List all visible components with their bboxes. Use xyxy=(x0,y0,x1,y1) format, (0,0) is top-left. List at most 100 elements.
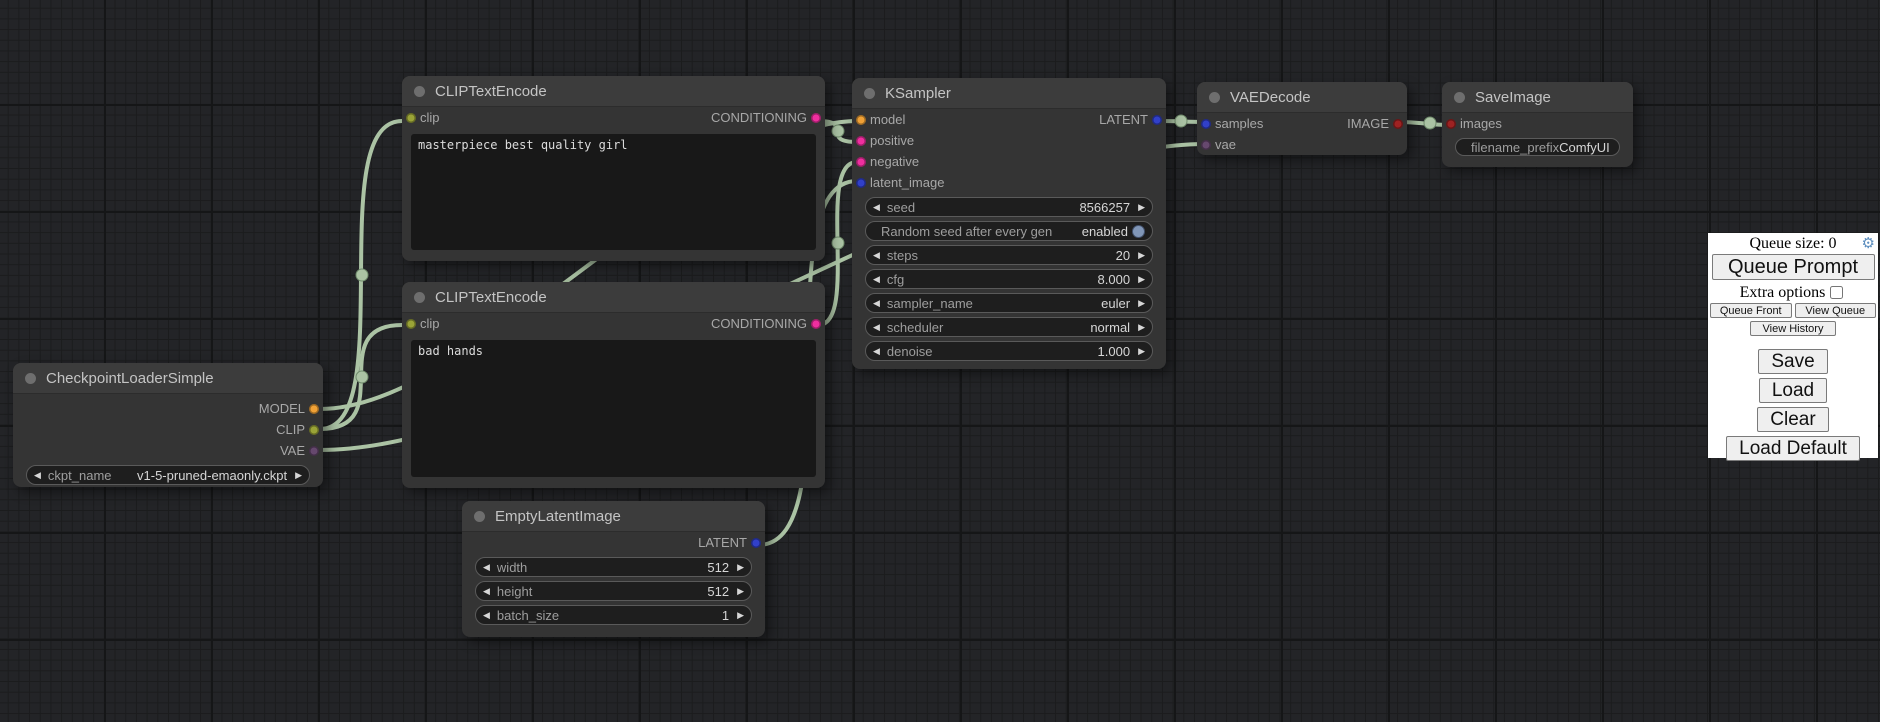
toggle-knob[interactable] xyxy=(1132,225,1145,238)
input-slot-clip[interactable] xyxy=(406,113,416,123)
input-label-model: model xyxy=(870,112,905,127)
view-queue-button[interactable]: View Queue xyxy=(1795,303,1877,318)
node-header[interactable]: CLIPTextEncode xyxy=(402,76,825,107)
prompt-textarea[interactable]: masterpiece best quality girl xyxy=(411,134,816,250)
node-header[interactable]: CLIPTextEncode xyxy=(402,282,825,313)
increment-arrow-icon[interactable]: ▶ xyxy=(295,471,302,480)
collapse-dot-icon[interactable] xyxy=(414,292,425,303)
output-slot-clip[interactable] xyxy=(309,425,319,435)
view-history-button[interactable]: View History xyxy=(1750,321,1836,336)
node-ksampler[interactable]: KSampler model LATENT positive negative … xyxy=(852,78,1166,369)
decrement-arrow-icon[interactable]: ◀ xyxy=(34,471,41,480)
prompt-textarea[interactable]: bad hands xyxy=(411,340,816,477)
output-slot-conditioning[interactable] xyxy=(811,113,821,123)
decrement-arrow-icon[interactable]: ◀ xyxy=(873,275,880,284)
link-midpoint-dot xyxy=(832,237,844,249)
input-slot-model[interactable] xyxy=(856,115,866,125)
input-slot-negative[interactable] xyxy=(856,157,866,167)
widget-denoise[interactable]: ◀ denoise 1.000 ▶ xyxy=(865,341,1153,361)
widget-random-seed-toggle[interactable]: Random seed after every gen enabled xyxy=(865,221,1153,241)
output-slot-vae[interactable] xyxy=(309,446,319,456)
widget-steps[interactable]: ◀ steps 20 ▶ xyxy=(865,245,1153,265)
input-label-clip: clip xyxy=(420,110,440,125)
widget-scheduler[interactable]: ◀ scheduler normal ▶ xyxy=(865,317,1153,337)
widget-filename-prefix[interactable]: filename_prefix ComfyUI xyxy=(1455,138,1620,156)
widget-ckpt-name[interactable]: ◀ ckpt_name v1-5-pruned-emaonly.ckpt ▶ xyxy=(26,465,310,485)
widget-value: enabled xyxy=(1052,224,1128,239)
node-header[interactable]: SaveImage xyxy=(1442,82,1633,113)
input-label-clip: clip xyxy=(420,316,440,331)
node-vae-decode[interactable]: VAEDecode samples IMAGE vae xyxy=(1197,82,1407,155)
node-empty-latent-image[interactable]: EmptyLatentImage LATENT ◀ width 512 ▶ ◀ … xyxy=(462,501,765,637)
increment-arrow-icon[interactable]: ▶ xyxy=(1138,251,1145,260)
node-header[interactable]: CheckpointLoaderSimple xyxy=(13,363,323,394)
decrement-arrow-icon[interactable]: ◀ xyxy=(873,323,880,332)
node-header[interactable]: KSampler xyxy=(852,78,1166,109)
widget-label: width xyxy=(497,560,527,575)
extra-options-checkbox[interactable] xyxy=(1830,286,1843,299)
increment-arrow-icon[interactable]: ▶ xyxy=(737,611,744,620)
input-slot-vae[interactable] xyxy=(1201,140,1211,150)
output-slot-model[interactable] xyxy=(309,404,319,414)
node-clip-text-encode-positive[interactable]: CLIPTextEncode clip CONDITIONING masterp… xyxy=(402,76,825,261)
link-midpoint-dot xyxy=(356,269,368,281)
increment-arrow-icon[interactable]: ▶ xyxy=(1138,347,1145,356)
queue-prompt-button[interactable]: Queue Prompt xyxy=(1712,254,1875,280)
collapse-dot-icon[interactable] xyxy=(1209,92,1220,103)
load-default-button[interactable]: Load Default xyxy=(1726,436,1860,461)
widget-width[interactable]: ◀ width 512 ▶ xyxy=(475,557,752,577)
widget-batch-size[interactable]: ◀ batch_size 1 ▶ xyxy=(475,605,752,625)
decrement-arrow-icon[interactable]: ◀ xyxy=(483,563,490,572)
link-midpoint-dot xyxy=(1424,117,1436,129)
increment-arrow-icon[interactable]: ▶ xyxy=(1138,299,1145,308)
output-slot-latent[interactable] xyxy=(751,538,761,548)
widget-height[interactable]: ◀ height 512 ▶ xyxy=(475,581,752,601)
widget-sampler-name[interactable]: ◀ sampler_name euler ▶ xyxy=(865,293,1153,313)
increment-arrow-icon[interactable]: ▶ xyxy=(1138,203,1145,212)
node-checkpoint-loader[interactable]: CheckpointLoaderSimple MODEL CLIP VAE ◀ … xyxy=(13,363,323,487)
node-clip-text-encode-negative[interactable]: CLIPTextEncode clip CONDITIONING bad han… xyxy=(402,282,825,488)
output-label-model: MODEL xyxy=(259,401,305,416)
collapse-dot-icon[interactable] xyxy=(414,86,425,97)
widget-value: 1.000 xyxy=(932,344,1130,359)
increment-arrow-icon[interactable]: ▶ xyxy=(1138,275,1145,284)
increment-arrow-icon[interactable]: ▶ xyxy=(737,587,744,596)
decrement-arrow-icon[interactable]: ◀ xyxy=(483,587,490,596)
increment-arrow-icon[interactable]: ▶ xyxy=(1138,323,1145,332)
node-header[interactable]: EmptyLatentImage xyxy=(462,501,765,532)
output-label-latent: LATENT xyxy=(1099,112,1148,127)
decrement-arrow-icon[interactable]: ◀ xyxy=(873,203,880,212)
settings-gear-icon[interactable]: ⚙ xyxy=(1862,234,1875,253)
output-slot-conditioning[interactable] xyxy=(811,319,821,329)
node-title: SaveImage xyxy=(1475,89,1551,106)
node-header[interactable]: VAEDecode xyxy=(1197,82,1407,113)
input-slot-images[interactable] xyxy=(1446,119,1456,129)
widget-cfg[interactable]: ◀ cfg 8.000 ▶ xyxy=(865,269,1153,289)
queue-menu-panel: Queue size: 0 ⚙ Queue Prompt Extra optio… xyxy=(1708,233,1878,458)
output-slot-latent[interactable] xyxy=(1152,115,1162,125)
decrement-arrow-icon[interactable]: ◀ xyxy=(873,347,880,356)
collapse-dot-icon[interactable] xyxy=(864,88,875,99)
node-save-image[interactable]: SaveImage images filename_prefix ComfyUI xyxy=(1442,82,1633,167)
input-slot-samples[interactable] xyxy=(1201,119,1211,129)
input-slot-positive[interactable] xyxy=(856,136,866,146)
decrement-arrow-icon[interactable]: ◀ xyxy=(483,611,490,620)
output-slot-image[interactable] xyxy=(1393,119,1403,129)
widget-seed[interactable]: ◀ seed 8566257 ▶ xyxy=(865,197,1153,217)
save-button[interactable]: Save xyxy=(1758,349,1827,374)
load-button[interactable]: Load xyxy=(1759,378,1827,403)
input-label-positive: positive xyxy=(870,133,914,148)
increment-arrow-icon[interactable]: ▶ xyxy=(737,563,744,572)
input-slot-latent-image[interactable] xyxy=(856,178,866,188)
input-slot-clip[interactable] xyxy=(406,319,416,329)
queue-front-button[interactable]: Queue Front xyxy=(1710,303,1792,318)
widget-value: 512 xyxy=(527,560,729,575)
output-label-clip: CLIP xyxy=(276,422,305,437)
collapse-dot-icon[interactable] xyxy=(474,511,485,522)
collapse-dot-icon[interactable] xyxy=(25,373,36,384)
widget-label: cfg xyxy=(887,272,904,287)
collapse-dot-icon[interactable] xyxy=(1454,92,1465,103)
clear-button[interactable]: Clear xyxy=(1757,407,1828,432)
decrement-arrow-icon[interactable]: ◀ xyxy=(873,299,880,308)
decrement-arrow-icon[interactable]: ◀ xyxy=(873,251,880,260)
